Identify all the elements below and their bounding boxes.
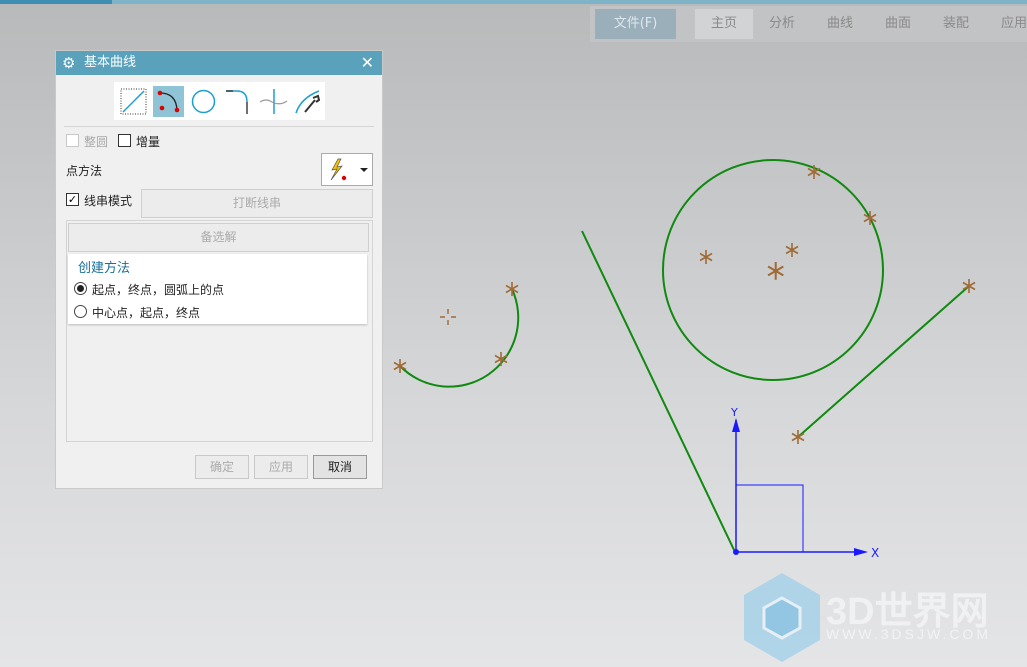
line-curve[interactable] [581, 230, 736, 553]
point-marker [863, 210, 877, 226]
line-curve[interactable] [797, 285, 970, 438]
point-marker [785, 242, 799, 258]
full-circle-checkbox[interactable] [66, 134, 79, 147]
x-axis-label: X [871, 546, 879, 560]
point-marker [767, 260, 785, 281]
ok-button[interactable]: 确定 [195, 455, 249, 479]
point-method-label: 点方法 [66, 164, 103, 178]
point-method-dropdown[interactable] [321, 153, 373, 186]
arc-curve[interactable] [399, 288, 520, 388]
point-marker [699, 249, 713, 265]
wcs-axes: Y X [730, 406, 879, 560]
line-icon[interactable] [118, 86, 149, 117]
dialog-title: 基本曲线 [84, 55, 137, 70]
edit-curve-icon[interactable] [293, 86, 324, 117]
fillet-icon[interactable] [223, 86, 254, 117]
string-mode-label: 线串模式 [84, 194, 133, 208]
arc-icon[interactable] [153, 86, 184, 117]
create-method-panel: 创建方法 起点，终点，圆弧上的点 中心点，起点，终点 [68, 254, 367, 324]
radio-start-end-point-on-arc[interactable] [74, 282, 87, 295]
dialog-title-bar[interactable]: ⚙ 基本曲线 ✕ [56, 51, 382, 75]
string-mode-checkbox[interactable]: ✓ [66, 193, 79, 206]
create-method-title: 创建方法 [78, 261, 131, 276]
arc-center-crosshair [440, 309, 456, 325]
trim-icon[interactable] [258, 86, 289, 117]
point-marker [505, 281, 519, 297]
gear-icon[interactable]: ⚙ [62, 51, 75, 75]
apply-button[interactable]: 应用 [254, 455, 308, 479]
option-label: 中心点，起点，终点 [92, 306, 201, 320]
close-icon[interactable]: ✕ [361, 51, 374, 75]
watermark-url: WWW.3DSJW.COM [826, 626, 991, 642]
increment-checkbox[interactable] [118, 134, 131, 147]
inferred-point-icon [330, 158, 368, 181]
full-circle-label: 整圆 [84, 135, 109, 149]
alternate-solution-button[interactable]: 备选解 [68, 223, 369, 252]
option-label: 起点，终点，圆弧上的点 [92, 283, 225, 297]
curve-type-toolbar [114, 82, 325, 120]
y-axis-label: Y [730, 406, 738, 419]
chevron-down-icon [360, 168, 368, 172]
break-string-button[interactable]: 打断线串 [141, 189, 373, 218]
circle-icon[interactable] [188, 86, 219, 117]
watermark-logo [744, 573, 820, 662]
increment-label: 增量 [136, 135, 161, 149]
point-markers [393, 164, 976, 445]
basic-curves-dialog: ⚙ 基本曲线 ✕ 整圆 增量 点方法 ✓ 线串模式 打断线串 备选解 创建方法 … [55, 50, 383, 489]
cancel-button[interactable]: 取消 [313, 455, 367, 479]
divider [64, 126, 374, 127]
radio-center-start-end[interactable] [74, 305, 87, 318]
